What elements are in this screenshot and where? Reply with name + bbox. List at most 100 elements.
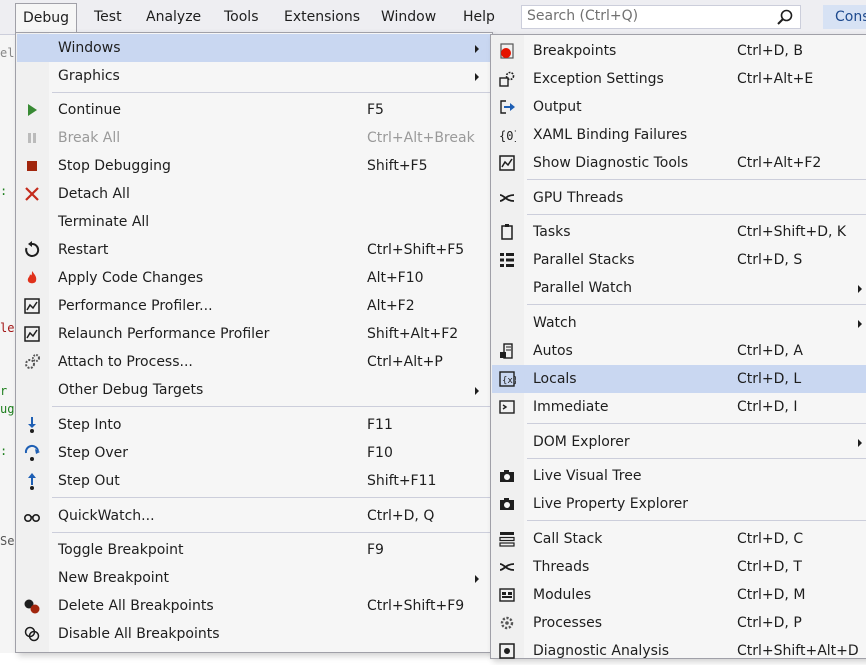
item-label: Step Out <box>58 473 120 489</box>
windows-dom-explorer-item[interactable]: DOM Explorer <box>492 428 866 456</box>
debug-disable-all-breakpoints-item[interactable]: Disable All Breakpoints <box>17 620 491 648</box>
windows-modules-item[interactable]: Modules Ctrl+D, M <box>492 581 866 609</box>
item-label: Step Over <box>58 445 128 461</box>
windows-immediate-item[interactable]: Immediate Ctrl+D, I <box>492 393 866 421</box>
debug-restart-item[interactable]: Restart Ctrl+Shift+F5 <box>17 236 491 264</box>
xaml-binding-icon: {0} <box>498 126 516 144</box>
diagnostic-analysis-icon <box>498 642 516 660</box>
debug-attach-to-process-item[interactable]: Attach to Process... Ctrl+Alt+P <box>17 348 491 376</box>
profiler-chart-icon <box>23 325 41 343</box>
item-shortcut: Ctrl+D, M <box>737 587 806 603</box>
windows-threads-item[interactable]: Threads Ctrl+D, T <box>492 553 866 581</box>
windows-autos-item[interactable]: Autos Ctrl+D, A <box>492 337 866 365</box>
item-label: Other Debug Targets <box>58 382 204 398</box>
windows-call-stack-item[interactable]: Call Stack Ctrl+D, C <box>492 525 866 553</box>
menu-window[interactable]: Window <box>374 5 443 30</box>
delete-breakpoints-icon <box>23 597 41 615</box>
windows-diagnostic-analysis-item[interactable]: Diagnostic Analysis Ctrl+Shift+Alt+D <box>492 637 866 665</box>
debug-delete-all-breakpoints-item[interactable]: Delete All Breakpoints Ctrl+Shift+F9 <box>17 592 491 620</box>
disable-breakpoints-icon <box>23 625 41 643</box>
item-label: Watch <box>533 315 577 331</box>
windows-processes-item[interactable]: Processes Ctrl+D, P <box>492 609 866 637</box>
editor-fragment: : <box>0 184 8 198</box>
item-shortcut: Ctrl+D, Q <box>367 508 435 524</box>
immediate-icon <box>498 398 516 416</box>
windows-watch-item[interactable]: Watch <box>492 309 866 337</box>
debug-continue-item[interactable]: Continue F5 <box>17 96 491 124</box>
debug-stop-item[interactable]: Stop Debugging Shift+F5 <box>17 152 491 180</box>
item-shortcut: Ctrl+D, A <box>737 343 803 359</box>
output-icon <box>498 98 516 116</box>
debug-detach-all-item[interactable]: Detach All <box>17 180 491 208</box>
item-label: Graphics <box>58 68 120 84</box>
debug-performance-profiler-item[interactable]: Performance Profiler... Alt+F2 <box>17 292 491 320</box>
item-label: Output <box>533 99 582 115</box>
item-label: Live Property Explorer <box>533 496 689 512</box>
item-label: Performance Profiler... <box>58 298 213 314</box>
item-label: Relaunch Performance Profiler <box>58 326 270 342</box>
menu-debug[interactable]: Debug <box>15 3 78 33</box>
menu-tools[interactable]: Tools <box>217 5 266 30</box>
item-label: Parallel Stacks <box>533 252 635 268</box>
windows-tasks-item[interactable]: Tasks Ctrl+Shift+D, K <box>492 218 866 246</box>
item-shortcut: Shift+F11 <box>367 473 437 489</box>
tab-cons[interactable]: Cons <box>823 5 866 29</box>
item-shortcut: Ctrl+Shift+F9 <box>367 598 465 614</box>
menu-help[interactable]: Help <box>456 5 502 30</box>
item-label: QuickWatch... <box>58 508 155 524</box>
windows-breakpoints-item[interactable]: Breakpoints Ctrl+D, B <box>492 37 866 65</box>
search-placeholder: Search (Ctrl+Q) <box>527 8 639 24</box>
item-label: Parallel Watch <box>533 280 633 296</box>
menu-extensions[interactable]: Extensions <box>277 5 367 30</box>
debug-step-out-item[interactable]: Step Out Shift+F11 <box>17 467 491 495</box>
debug-toggle-breakpoint-item[interactable]: Toggle Breakpoint F9 <box>17 536 491 564</box>
debug-new-breakpoint-item[interactable]: New Breakpoint <box>17 564 491 592</box>
debug-windows-item[interactable]: Windows <box>17 34 491 62</box>
menu-test[interactable]: Test <box>87 5 129 30</box>
item-shortcut: Ctrl+D, I <box>737 399 798 415</box>
windows-output-item[interactable]: Output <box>492 93 866 121</box>
debug-break-all-item[interactable]: Break All Ctrl+Alt+Break <box>17 124 491 152</box>
debug-other-targets-item[interactable]: Other Debug Targets <box>17 376 491 404</box>
windows-gpu-threads-item[interactable]: GPU Threads <box>492 184 866 212</box>
debug-quickwatch-item[interactable]: QuickWatch... Ctrl+D, Q <box>17 502 491 530</box>
item-shortcut: Alt+F10 <box>367 270 424 286</box>
item-label: Threads <box>533 559 590 575</box>
menu-analyze[interactable]: Analyze <box>139 5 208 30</box>
search-input[interactable]: Search (Ctrl+Q) <box>521 5 801 29</box>
debug-step-into-item[interactable]: Step Into F11 <box>17 411 491 439</box>
item-label: Autos <box>533 343 573 359</box>
debug-relaunch-profiler-item[interactable]: Relaunch Performance Profiler Shift+Alt+… <box>17 320 491 348</box>
debug-terminate-all-item[interactable]: Terminate All <box>17 208 491 236</box>
camera-icon <box>498 495 516 513</box>
item-label: Continue <box>58 102 121 118</box>
windows-live-property-explorer-item[interactable]: Live Property Explorer <box>492 490 866 518</box>
item-label: New Breakpoint <box>58 570 170 586</box>
windows-xaml-binding-failures-item[interactable]: {0} XAML Binding Failures <box>492 121 866 149</box>
item-shortcut: Shift+F5 <box>367 158 428 174</box>
step-out-icon <box>23 472 41 490</box>
submenu-arrow-icon <box>858 320 862 328</box>
exception-settings-icon <box>498 70 516 88</box>
windows-show-diagnostic-tools-item[interactable]: Show Diagnostic Tools Ctrl+Alt+F2 <box>492 149 866 177</box>
diagnostic-tools-icon <box>498 154 516 172</box>
item-label: Exception Settings <box>533 71 664 87</box>
windows-locals-item[interactable]: {x} Locals Ctrl+D, L <box>492 365 866 393</box>
submenu-arrow-icon <box>858 439 862 447</box>
windows-exception-settings-item[interactable]: Exception Settings Ctrl+Alt+E <box>492 65 866 93</box>
threads-icon <box>498 558 516 576</box>
windows-parallel-stacks-item[interactable]: Parallel Stacks Ctrl+D, S <box>492 246 866 274</box>
locals-icon: {x} <box>498 370 516 388</box>
stop-icon <box>23 157 41 175</box>
item-label: Toggle Breakpoint <box>58 542 184 558</box>
windows-parallel-watch-item[interactable]: Parallel Watch <box>492 274 866 302</box>
debug-apply-code-changes-item[interactable]: Apply Code Changes Alt+F10 <box>17 264 491 292</box>
windows-live-visual-tree-item[interactable]: Live Visual Tree <box>492 462 866 490</box>
editor-background: el : le r ug : Se <box>0 34 15 653</box>
debug-step-over-item[interactable]: Step Over F10 <box>17 439 491 467</box>
editor-fragment: Se <box>0 534 15 548</box>
editor-fragment: le <box>0 321 15 335</box>
item-label: XAML Binding Failures <box>533 127 688 143</box>
flame-icon <box>23 269 41 287</box>
debug-graphics-item[interactable]: Graphics <box>17 62 491 90</box>
